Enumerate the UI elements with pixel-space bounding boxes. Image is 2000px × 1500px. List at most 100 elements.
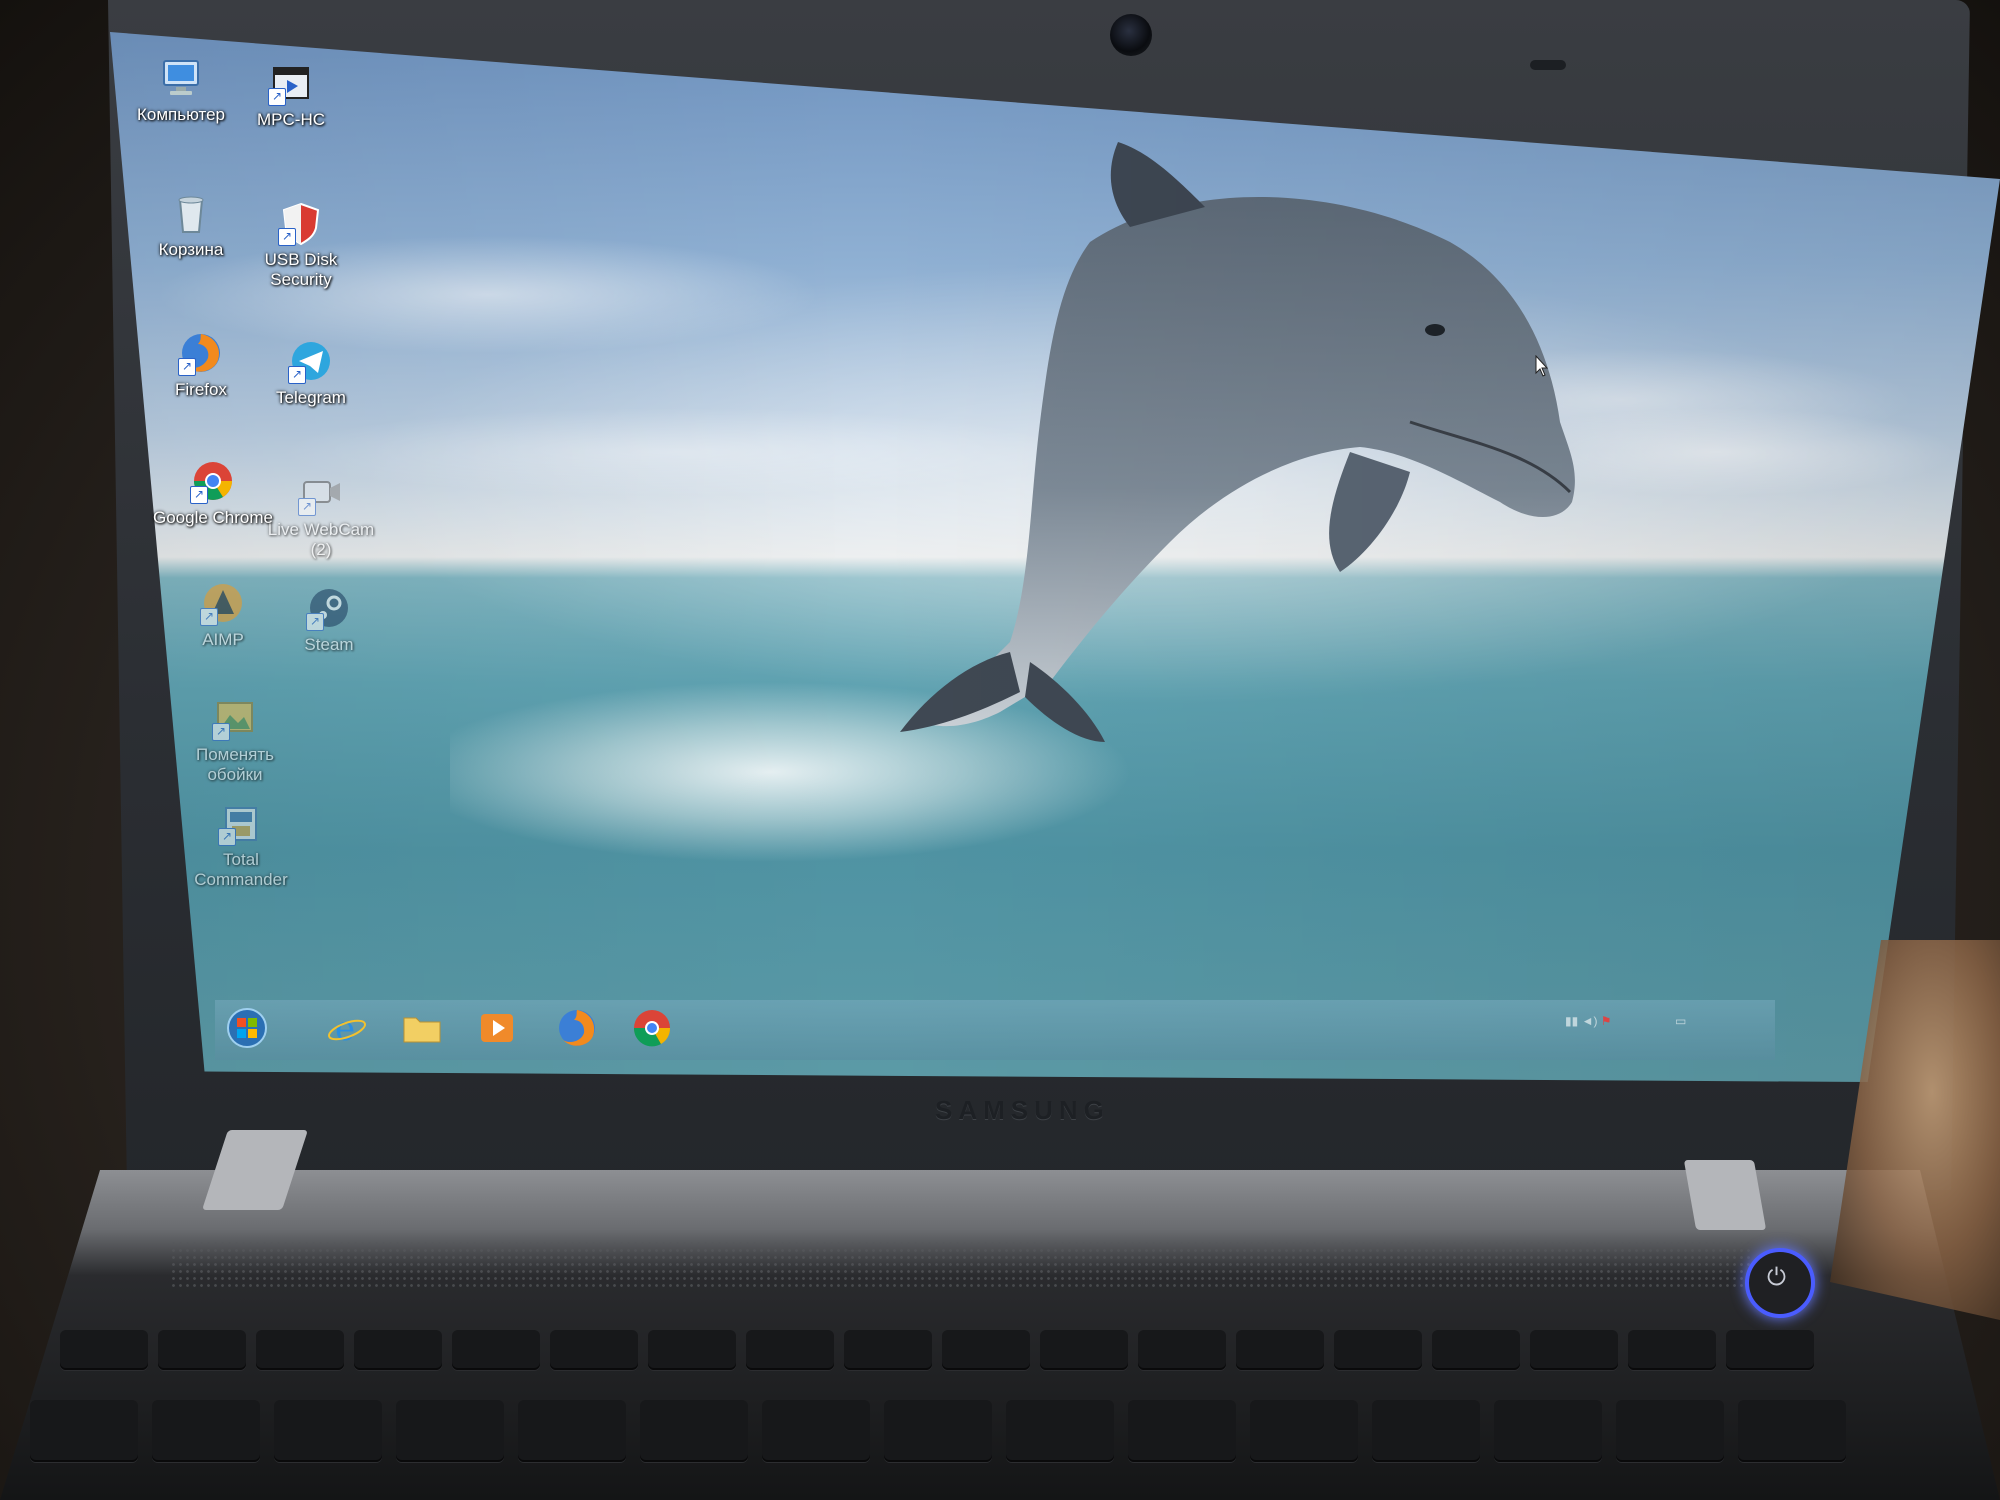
keyboard-key[interactable] xyxy=(1372,1400,1480,1462)
wallpaper-dolphin xyxy=(900,142,1575,742)
keyboard-key[interactable] xyxy=(1628,1330,1716,1370)
firefox-icon xyxy=(559,1010,595,1046)
webcam-icon: ↗ xyxy=(298,470,344,516)
recycle-bin-icon xyxy=(168,190,214,236)
telegram-icon: ↗ xyxy=(288,338,334,384)
keyboard-key[interactable] xyxy=(274,1400,382,1462)
desktop-screen xyxy=(110,32,2000,1082)
shortcut-arrow-icon: ↗ xyxy=(212,723,230,741)
desktop-icon-label: Telegram xyxy=(276,388,346,407)
aimp-icon: ↗ xyxy=(200,580,246,626)
keyboard-key[interactable] xyxy=(1738,1400,1846,1462)
keyboard-key[interactable] xyxy=(452,1330,540,1370)
keyboard-key[interactable] xyxy=(1616,1400,1724,1462)
taskbar-firefox[interactable] xyxy=(555,1006,599,1050)
shortcut-arrow-icon: ↗ xyxy=(200,608,218,626)
system-tray[interactable]: ▮▮ ◄) ⚑ xyxy=(1565,1014,1612,1028)
svg-text:e: e xyxy=(335,1009,355,1049)
desktop-icon-label: MPC-HC xyxy=(257,110,325,129)
shortcut-arrow-icon: ↗ xyxy=(298,498,316,516)
clock-icon: ▭ xyxy=(1675,1014,1687,1028)
media-player-icon: ↗ xyxy=(268,60,314,106)
taskbar-internet-explorer[interactable]: e xyxy=(325,1006,369,1050)
shortcut-arrow-icon: ↗ xyxy=(218,828,236,846)
windows-orb-icon xyxy=(227,1008,267,1048)
keyboard-key[interactable] xyxy=(518,1400,626,1462)
keyboard-key[interactable] xyxy=(550,1330,638,1370)
desktop-icon-label: Steam xyxy=(304,635,354,654)
ie-icon: e xyxy=(327,1009,367,1049)
keyboard-key[interactable] xyxy=(1334,1330,1422,1370)
microphone-slot xyxy=(1530,60,1566,70)
power-icon: ⏻ xyxy=(1767,1264,1786,1291)
desktop-icon-usb-disk-security[interactable]: ↗ USB Disk Security xyxy=(236,200,366,290)
total-commander-icon: ↗ xyxy=(218,800,264,846)
power-button[interactable]: ⏻ xyxy=(1745,1248,1815,1318)
keyboard-key[interactable] xyxy=(884,1400,992,1462)
desktop-icon-label: Live WebCam (2) xyxy=(267,520,375,559)
keyboard-key[interactable] xyxy=(396,1400,504,1462)
keyboard-key[interactable] xyxy=(30,1400,138,1462)
right-hinge xyxy=(1683,1160,1767,1230)
keyboard-key[interactable] xyxy=(1128,1400,1236,1462)
shortcut-arrow-icon: ↗ xyxy=(190,486,208,504)
taskbar-media-player[interactable] xyxy=(475,1006,519,1050)
keyboard xyxy=(0,1320,2000,1500)
shield-icon: ↗ xyxy=(278,200,324,246)
keyboard-key[interactable] xyxy=(762,1400,870,1462)
computer-icon xyxy=(158,55,204,101)
mouse-cursor-icon xyxy=(1535,355,1549,377)
keyboard-key[interactable] xyxy=(354,1330,442,1370)
desktop-icon-label: Total Commander xyxy=(194,850,288,889)
volume-icon[interactable]: ◄) xyxy=(1582,1014,1598,1028)
clock[interactable]: ▭ xyxy=(1675,1014,1686,1028)
webcam-lens xyxy=(1110,14,1152,56)
keyboard-key[interactable] xyxy=(1138,1330,1226,1370)
desktop-icon-mpc-hc[interactable]: ↗ MPC-HC xyxy=(226,60,356,130)
keyboard-key[interactable] xyxy=(1726,1330,1814,1370)
taskbar-file-explorer[interactable] xyxy=(400,1006,444,1050)
brand-logo: SAMSUNG xyxy=(935,1095,1110,1125)
speaker-grille xyxy=(170,1240,1750,1290)
shortcut-arrow-icon: ↗ xyxy=(288,366,306,384)
keyboard-key[interactable] xyxy=(1006,1400,1114,1462)
wallpaper-icon: ↗ xyxy=(212,695,258,741)
desktop-icon-steam[interactable]: ↗ Steam xyxy=(264,585,394,655)
keyboard-key[interactable] xyxy=(1250,1400,1358,1462)
shortcut-arrow-icon: ↗ xyxy=(268,88,286,106)
folder-icon xyxy=(403,1017,441,1043)
desktop-icon-live-webcam[interactable]: ↗ Live WebCam (2) xyxy=(256,470,386,560)
desktop-icon-label: USB Disk Security xyxy=(264,250,338,289)
shortcut-arrow-icon: ↗ xyxy=(278,228,296,246)
keyboard-key[interactable] xyxy=(1432,1330,1520,1370)
keyboard-key[interactable] xyxy=(640,1400,748,1462)
firefox-icon: ↗ xyxy=(178,330,224,376)
keyboard-key[interactable] xyxy=(746,1330,834,1370)
media-icon xyxy=(481,1014,513,1042)
flag-icon[interactable]: ⚑ xyxy=(1601,1014,1612,1028)
taskbar-chrome[interactable] xyxy=(630,1006,674,1050)
keyboard-key[interactable] xyxy=(1040,1330,1128,1370)
keyboard-key[interactable] xyxy=(1236,1330,1324,1370)
keyboard-key[interactable] xyxy=(844,1330,932,1370)
shortcut-arrow-icon: ↗ xyxy=(178,358,196,376)
keyboard-key[interactable] xyxy=(60,1330,148,1370)
taskbar: e ▮▮ ◄) ⚑ ▭ xyxy=(215,1000,1775,1060)
desktop-icon-wallpaper-changer[interactable]: ↗ Поменять обойки xyxy=(170,695,300,785)
keyboard-key[interactable] xyxy=(158,1330,246,1370)
desktop-icon-telegram[interactable]: ↗ Telegram xyxy=(246,338,376,408)
chrome-icon xyxy=(633,1010,671,1047)
keyboard-key[interactable] xyxy=(256,1330,344,1370)
network-icon[interactable]: ▮▮ xyxy=(1565,1014,1578,1028)
keyboard-key[interactable] xyxy=(1494,1400,1602,1462)
keyboard-key[interactable] xyxy=(152,1400,260,1462)
shortcut-arrow-icon: ↗ xyxy=(306,613,324,631)
desktop-icon-total-commander[interactable]: ↗ Total Commander xyxy=(176,800,306,890)
keyboard-key[interactable] xyxy=(942,1330,1030,1370)
start-button[interactable] xyxy=(225,1006,269,1050)
chrome-icon: ↗ xyxy=(190,458,236,504)
keyboard-key[interactable] xyxy=(1530,1330,1618,1370)
desktop-icon-label: Поменять обойки xyxy=(195,745,275,784)
steam-icon: ↗ xyxy=(306,585,352,631)
keyboard-key[interactable] xyxy=(648,1330,736,1370)
